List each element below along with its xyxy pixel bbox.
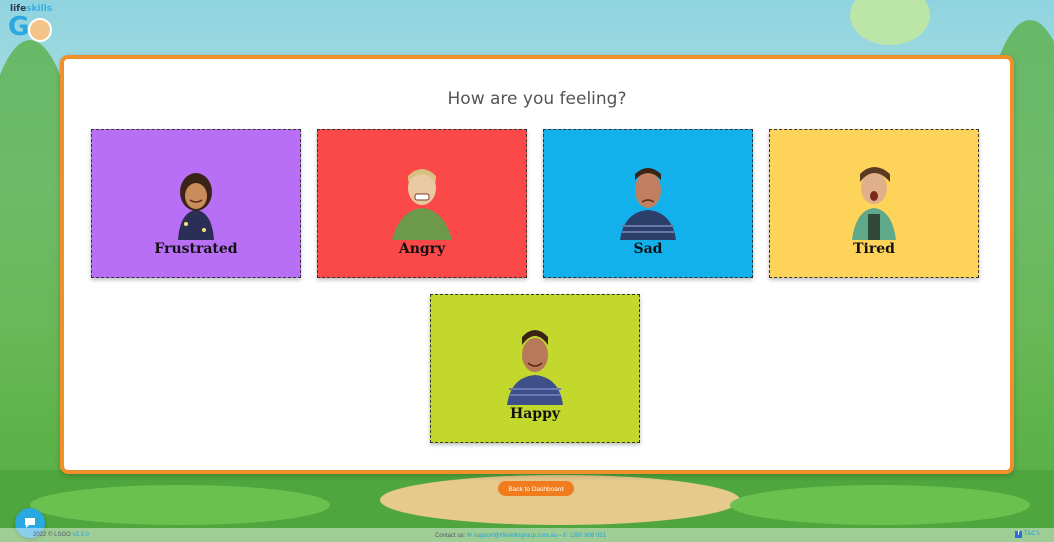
feeling-card-frustrated[interactable]: Frustrated — [91, 129, 301, 278]
page-title: How are you feeling? — [447, 89, 627, 109]
feeling-card-angry[interactable]: Angry — [317, 129, 527, 278]
facebook-icon[interactable]: f — [1015, 531, 1022, 538]
contact-label: Contact us: — [435, 533, 466, 539]
feeling-label: Frustrated — [154, 241, 238, 257]
feeling-card-tired[interactable]: Tired — [769, 129, 979, 278]
frustrated-character-icon — [178, 173, 214, 240]
logo-face-icon — [28, 18, 52, 42]
version-text: v3.3.0 — [72, 532, 89, 538]
feeling-card-happy[interactable]: Happy — [430, 294, 640, 443]
email-icon: ✉ — [467, 533, 473, 539]
logo-text-go: G — [8, 12, 30, 42]
logo-text-skills: skills — [26, 4, 53, 14]
feeling-card-sad[interactable]: Sad — [543, 129, 753, 278]
feeling-label: Angry — [398, 241, 446, 257]
back-to-dashboard-button[interactable]: Back to Dashboard — [498, 481, 574, 496]
feeling-label: Sad — [633, 241, 663, 257]
sad-character-icon — [620, 168, 676, 240]
lifeskills-go-logo[interactable]: lifeskills G — [6, 4, 52, 44]
phone-icon: ✆ — [562, 533, 568, 539]
feeling-label: Happy — [509, 406, 560, 422]
support-phone-link[interactable]: 1300 908 051 — [569, 533, 606, 539]
tired-character-icon — [852, 167, 896, 240]
feeling-label: Tired — [853, 241, 895, 257]
footer-bar: 2022 © LSGO v3.3.0 Contact us: ✉ support… — [0, 528, 1054, 542]
angry-character-icon — [392, 169, 452, 240]
copyright-text: 2022 © LSGO — [33, 532, 71, 538]
terms-link[interactable]: T&C's — [1024, 531, 1040, 537]
separator: - — [558, 533, 561, 539]
feelings-panel: How are you feeling? Frustrated Angry Sa… — [60, 55, 1014, 474]
happy-character-icon — [507, 330, 563, 405]
support-email-link[interactable]: support@lifeskillsgroup.com.au — [474, 533, 557, 539]
